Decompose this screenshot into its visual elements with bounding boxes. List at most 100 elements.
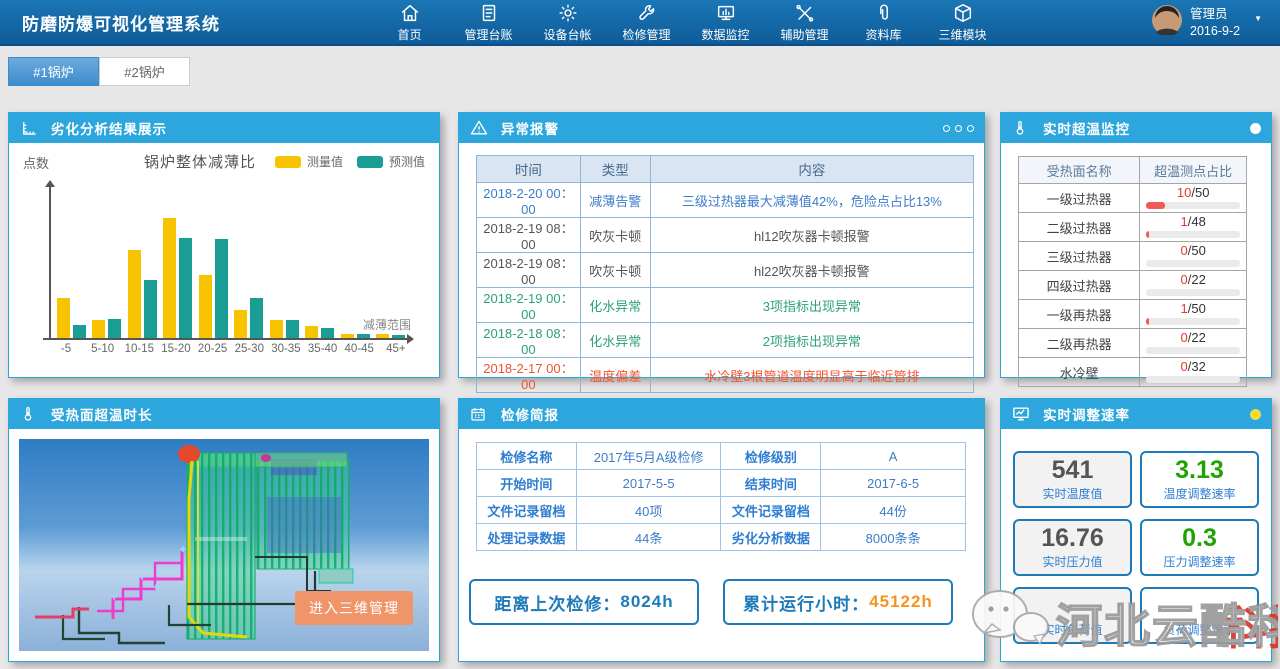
x-tick-label: -5	[49, 343, 83, 355]
repair-label: 文件记录留档	[477, 497, 577, 524]
wrench-icon	[636, 2, 658, 24]
bar-测量值-45+	[376, 334, 389, 338]
legend-swatch-predicted	[357, 156, 383, 168]
repair-value: 44份	[821, 497, 966, 524]
repair-label: 检修级别	[721, 443, 821, 470]
alarm-row[interactable]: 2018-2-17 00：00温度偏差水冷壁3根管道温度明显高于临近管排	[477, 358, 974, 393]
panel-alarm-header: 异常报警	[459, 113, 984, 143]
nav-label: 设备台帐	[543, 26, 591, 43]
bar-预测值-20-25	[215, 239, 228, 338]
overtemp-row[interactable]: 一级过热器10/50	[1019, 184, 1247, 213]
repair-table: 检修名称2017年5月A级检修检修级别A开始时间2017-5-5结束时间2017…	[476, 442, 966, 551]
ratio-cell: 10/50	[1140, 184, 1247, 213]
repair-label: 结束时间	[721, 470, 821, 497]
ratio-bar-track	[1146, 289, 1240, 296]
alarm-cell: 2018-2-19 08：00	[477, 253, 581, 288]
top-navbar: 防磨防爆可视化管理系统 首页管理台账设备台帐 检修管理 数据监控辅助管理资料库三维模…	[0, 0, 1280, 46]
warning-icon	[469, 118, 493, 138]
rate-card-负荷调整速率: 负荷调整速率	[1140, 587, 1259, 644]
nav-item-2[interactable]: 管理台账	[449, 2, 528, 43]
nav-item-3[interactable]: 设备台帐	[528, 2, 607, 43]
nav-item-1[interactable]: 首页	[370, 2, 449, 43]
x-tick-label: 40-45	[342, 343, 376, 355]
ratio-bar-track	[1146, 202, 1240, 209]
ratio-cell: 0/50	[1140, 242, 1247, 271]
alarm-table: 时间类型内容 2018-2-20 00：00减薄告警三级过热器最大减薄值42%，…	[476, 155, 974, 393]
thinning-chart: 点数 锅炉整体减薄比 测量值 预测值 减薄范围 -55-1010-1515-20…	[9, 143, 439, 377]
rate-label: 实时温度值	[1042, 485, 1102, 502]
bar-测量值-30-35	[270, 320, 283, 338]
rate-card-压力调整速率: 0.3压力调整速率	[1140, 519, 1259, 576]
overtemp-row[interactable]: 二级过热器1/48	[1019, 213, 1247, 242]
alarm-row[interactable]: 2018-2-19 00：00化水异常3项指标出现异常	[477, 288, 974, 323]
ratio-text: 1/48	[1146, 215, 1240, 228]
nav-item-7[interactable]: 资料库	[844, 2, 923, 43]
chart-y-axis	[49, 183, 51, 339]
user-name: 管理员	[1190, 6, 1240, 23]
panel-3d-overtemp-duration: 受热面超温时长	[8, 398, 440, 662]
nav-item-5[interactable]: 数据监控	[686, 2, 765, 43]
alarm-cell: 水冷壁3根管道温度明显高于临近管排	[650, 358, 973, 393]
status-ring[interactable]	[1250, 123, 1261, 134]
thermometer-icon	[19, 404, 43, 424]
chart-x-axis	[43, 338, 411, 340]
nav-label: 数据监控	[701, 26, 749, 43]
gear-icon	[557, 2, 579, 24]
overtemp-row[interactable]: 三级过热器0/50	[1019, 242, 1247, 271]
overtemp-row[interactable]: 二级再热器0/22	[1019, 329, 1247, 358]
repair-label: 处理记录数据	[477, 524, 577, 551]
app-title: 防磨防爆可视化管理系统	[22, 10, 220, 35]
tab-boiler-2[interactable]: #2锅炉	[99, 57, 190, 86]
x-tick-label: 45+	[379, 343, 413, 355]
nav-label: 检修管理	[622, 26, 670, 43]
boiler-3d-view[interactable]: 进入三维管理	[9, 429, 439, 661]
button-label: 距离上次检修：	[494, 590, 620, 615]
nav-item-4[interactable]: 检修管理	[607, 2, 686, 43]
panel-3d-header: 受热面超温时长	[9, 399, 439, 429]
total-run-hours-button[interactable]: 累计运行小时：45122h	[723, 579, 953, 625]
overtemp-row[interactable]: 一级再热器1/50	[1019, 300, 1247, 329]
alarm-cell: 吹灰卡顿	[580, 218, 650, 253]
alarm-row[interactable]: 2018-2-20 00：00减薄告警三级过热器最大减薄值42%，危险点占比13…	[477, 183, 974, 218]
nav-label: 三维模块	[938, 26, 986, 43]
paperclip-icon	[873, 2, 895, 24]
rate-label: 温度调整速率	[1163, 485, 1235, 502]
bar-测量值--5	[57, 298, 70, 338]
bar-预测值-5-10	[108, 319, 121, 338]
bar-测量值-25-30	[234, 310, 247, 338]
alarm-row[interactable]: 2018-2-19 08：00吹灰卡顿hl22吹灰器卡顿报警	[477, 253, 974, 288]
overtemp-row[interactable]: 四级过热器 0/22	[1019, 271, 1247, 300]
bar-group-30-35	[270, 203, 299, 338]
legend-swatch-measured	[275, 156, 301, 168]
bar-group-45+	[376, 203, 405, 338]
panel-title: 劣化分析结果展示	[51, 118, 167, 138]
ledger-icon	[478, 2, 500, 24]
alarm-row[interactable]: 2018-2-18 08：00化水异常2项指标出现异常	[477, 323, 974, 358]
alarm-cell: 化水异常	[580, 323, 650, 358]
repair-value: A	[821, 443, 966, 470]
tab-boiler-1[interactable]: #1锅炉	[8, 57, 99, 86]
overtemp-row[interactable]: 水冷壁0/32	[1019, 358, 1247, 387]
chevron-down-icon[interactable]: ▼	[1254, 14, 1262, 23]
bar-group-25-30	[234, 203, 263, 338]
panel-rate-header: 实时调整速率	[1001, 399, 1271, 429]
user-box[interactable]: 管理员 2016-9-2 ▼	[1152, 5, 1262, 40]
panel-alarm: 异常报警 时间类型内容 2018-2-20 00：00减薄告警三级过热器最大减薄…	[458, 112, 985, 378]
nav-item-6[interactable]: 辅助管理	[765, 2, 844, 43]
enter-3d-button[interactable]: 进入三维管理	[295, 591, 413, 625]
alarm-row[interactable]: 2018-2-19 08：00吹灰卡顿hl12吹灰器卡顿报警	[477, 218, 974, 253]
ratio-cell: 0/22	[1140, 329, 1247, 358]
alarm-col-header: 类型	[580, 156, 650, 183]
nav-item-8[interactable]: 三维模块	[923, 2, 1002, 43]
repair-value: 8000条条	[821, 524, 966, 551]
since-last-repair-button[interactable]: 距离上次检修：8024h	[469, 579, 699, 625]
overtemp-col-header: 受热面名称	[1019, 157, 1140, 184]
alarm-cell: 2018-2-17 00：00	[477, 358, 581, 393]
panel-options-dots[interactable]	[938, 125, 974, 132]
legend-label-predicted: 预测值	[389, 153, 425, 170]
bar-预测值-15-20	[179, 238, 192, 338]
ratio-text: 0/22	[1146, 273, 1240, 286]
status-ring-yellow[interactable]	[1250, 409, 1261, 420]
repair-value: 2017-6-5	[821, 470, 966, 497]
surface-name: 四级过热器	[1019, 271, 1140, 300]
